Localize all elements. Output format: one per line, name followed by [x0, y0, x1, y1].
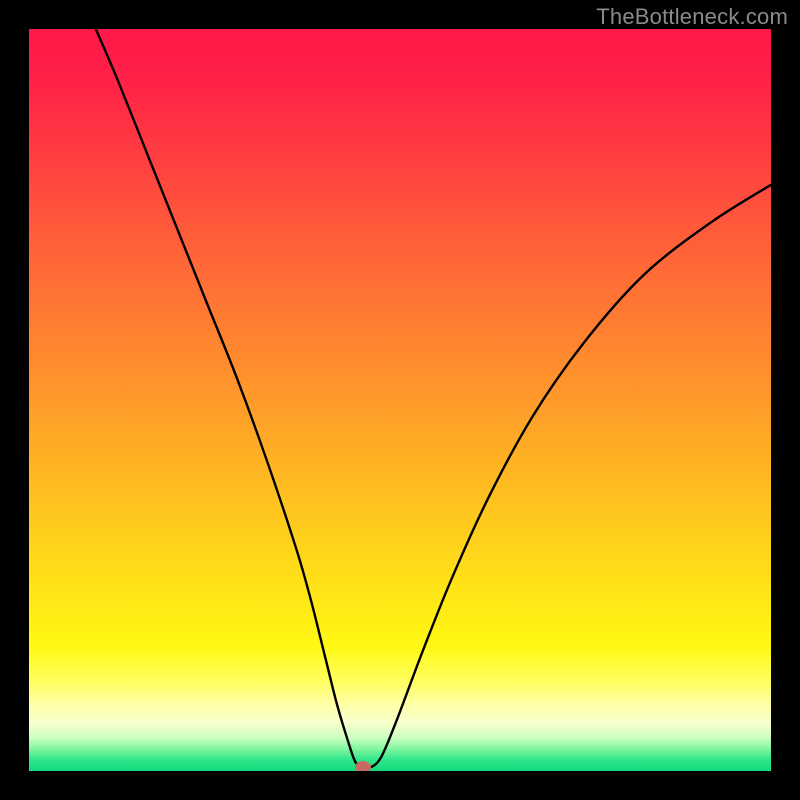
plot-area [29, 29, 771, 771]
chart-frame: TheBottleneck.com [0, 0, 800, 800]
watermark-text: TheBottleneck.com [596, 4, 788, 30]
curve-path [96, 29, 771, 768]
bottleneck-curve [29, 29, 771, 771]
optimal-point-marker [355, 761, 371, 771]
